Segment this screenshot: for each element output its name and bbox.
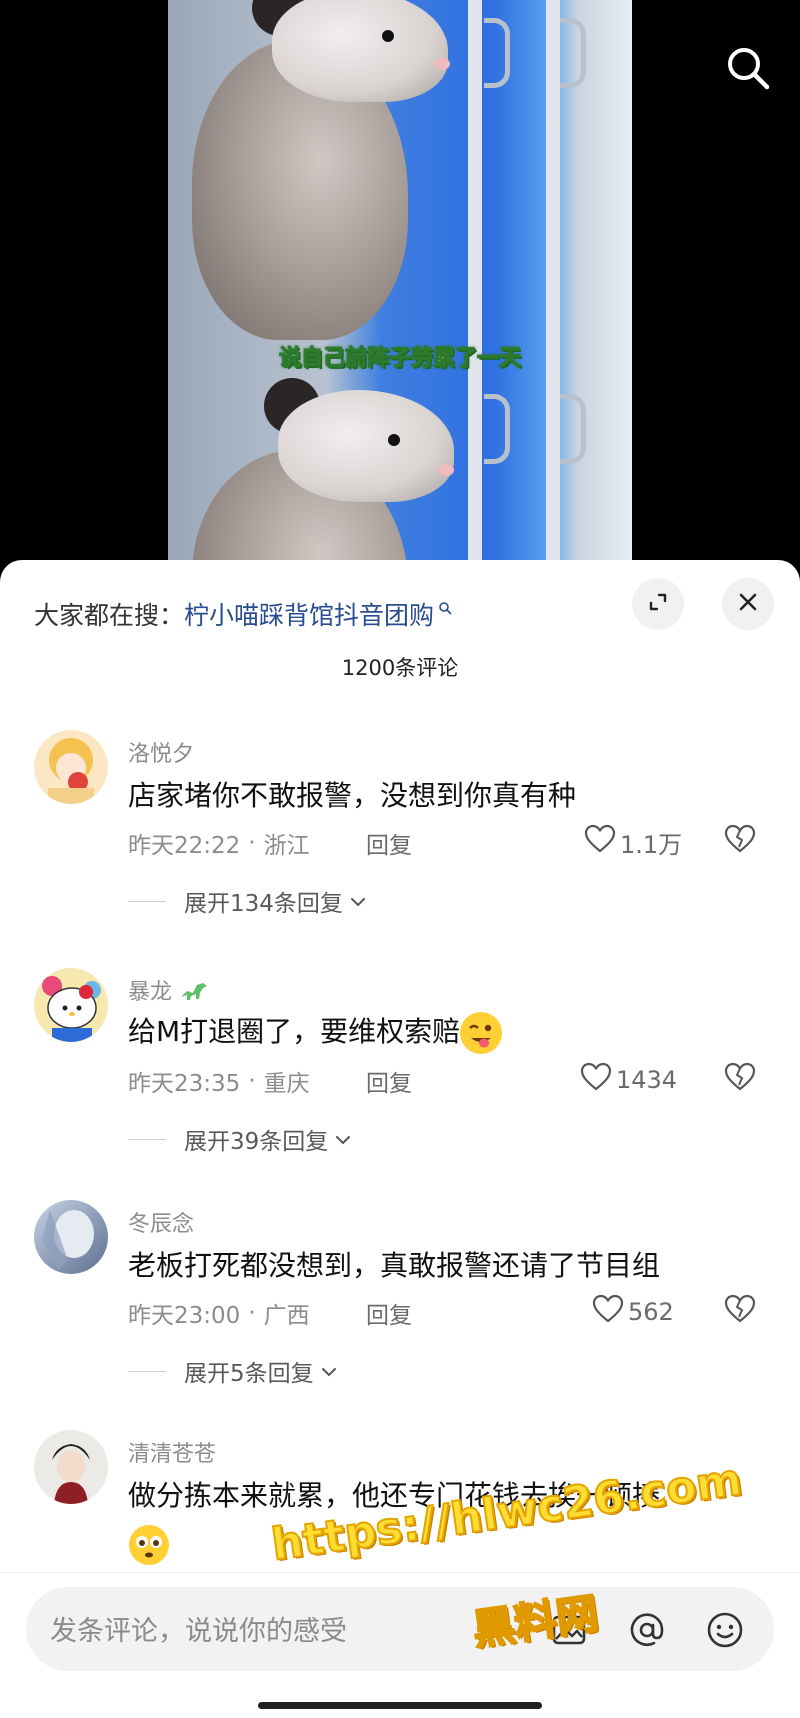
expand-replies-label: 展开5条回复	[184, 1361, 314, 1387]
comment-username[interactable]: 暴龙	[128, 974, 209, 1007]
emoji-icon[interactable]	[702, 1607, 748, 1653]
heart-icon	[592, 1294, 628, 1330]
comment-input[interactable]: 发条评论，说说你的感受	[26, 1587, 774, 1671]
chevron-down-icon	[334, 1126, 352, 1152]
image-icon[interactable]	[546, 1607, 592, 1653]
reply-button[interactable]: 回复	[366, 1296, 412, 1330]
comment-text: 老板打死都没想到，真敢报警还请了节目组	[128, 1249, 661, 1282]
chevron-down-icon	[320, 1358, 338, 1384]
broken-heart-icon	[724, 1294, 756, 1328]
reply-button[interactable]: 回复	[366, 826, 412, 860]
close-button[interactable]	[722, 578, 774, 630]
avatar[interactable]	[34, 1200, 108, 1274]
comment-item: 清清苍苍 做分拣本来就累，他还专门花钱去挨一顿揍	[0, 1424, 800, 1574]
search-icon[interactable]	[724, 44, 772, 92]
mention-icon[interactable]	[624, 1607, 670, 1653]
expand-replies-label: 展开134条回复	[184, 891, 343, 917]
expand-replies-label: 展开39条回复	[184, 1129, 329, 1155]
trending-search-prefix: 大家都在搜：	[34, 601, 185, 630]
comment-location: 浙江	[263, 833, 310, 859]
comment-location: 重庆	[263, 1071, 310, 1097]
avatar[interactable]	[34, 730, 108, 804]
comment-item: 洛悦夕 店家堵你不敢报警，没想到你真有种 昨天22:22 · 浙江 回复 1.1…	[0, 724, 800, 954]
heart-icon	[580, 1062, 616, 1098]
avatar[interactable]	[34, 1430, 108, 1504]
comment-meta: 昨天23:35 · 重庆	[128, 1064, 310, 1098]
comments-panel: 大家都在搜： 柠小喵踩背馆抖音团购 1200条评论 洛悦夕 店家堵你不敢报警，没…	[0, 560, 800, 1718]
meta-separator: ·	[248, 1068, 256, 1094]
video-scene-top	[168, 0, 632, 354]
expand-replies-button[interactable]: 展开5条回复	[128, 1354, 338, 1388]
expand-replies-button[interactable]: 展开134条回复	[128, 884, 367, 918]
meta-separator: ·	[248, 1300, 256, 1326]
video-scene-bottom	[168, 354, 632, 560]
comment-username[interactable]: 清清苍苍	[128, 1436, 216, 1468]
close-icon	[737, 591, 759, 617]
broken-heart-icon	[724, 824, 756, 858]
dislike-button[interactable]	[724, 824, 756, 858]
comment-text: 做分拣本来就累，他还专门花钱去挨一顿揍	[128, 1479, 661, 1512]
divider	[128, 1370, 166, 1372]
like-button[interactable]: 1434	[580, 1062, 677, 1098]
like-count: 1434	[616, 1066, 678, 1094]
dinosaur-icon	[179, 979, 209, 1007]
video-player[interactable]: 说自己前阵子劳累了一天	[0, 0, 800, 560]
comment-username[interactable]: 冬辰念	[128, 1206, 194, 1238]
search-small-icon	[438, 600, 452, 619]
comment-meta: 昨天22:22 · 浙江	[128, 826, 310, 860]
comment-time: 昨天23:00	[128, 1303, 241, 1329]
dislike-button[interactable]	[724, 1062, 756, 1096]
divider	[128, 900, 166, 902]
dislike-button[interactable]	[724, 1294, 756, 1328]
like-button[interactable]: 562	[592, 1294, 674, 1330]
divider	[128, 1138, 166, 1140]
comment-text: 给M打退圈了，要维权索赔	[128, 1010, 503, 1054]
trending-search-bar[interactable]: 大家都在搜： 柠小喵踩背馆抖音团购	[34, 586, 452, 642]
reply-button[interactable]: 回复	[366, 1064, 412, 1098]
comment-item: 冬辰念 老板打死都没想到，真敢报警还请了节目组 昨天23:00 · 广西 回复 …	[0, 1194, 800, 1424]
meta-separator: ·	[248, 830, 256, 856]
comment-text: 店家堵你不敢报警，没想到你真有种	[128, 779, 577, 812]
video-subtitle: 说自己前阵子劳累了一天	[278, 346, 521, 372]
video-frame: 说自己前阵子劳累了一天	[168, 0, 632, 560]
comment-meta: 昨天23:00 · 广西	[128, 1296, 310, 1330]
comment-input-placeholder: 发条评论，说说你的感受	[50, 1616, 347, 1647]
home-indicator	[258, 1702, 542, 1709]
comment-username[interactable]: 洛悦夕	[128, 736, 194, 768]
comment-item: 暴龙 给M打退圈了，要维权索赔 昨天23:35 · 重庆 回复 1434 展开3…	[0, 962, 800, 1192]
winking-tongue-emoji	[460, 1012, 503, 1054]
avatar[interactable]	[34, 968, 108, 1042]
broken-heart-icon	[724, 1062, 756, 1096]
expand-replies-button[interactable]: 展开39条回复	[128, 1122, 352, 1156]
like-count: 1.1万	[620, 830, 683, 859]
fullscreen-button[interactable]	[632, 578, 684, 630]
trending-search-link[interactable]: 柠小喵踩背馆抖音团购	[184, 596, 434, 632]
chevron-down-icon	[349, 888, 367, 914]
expand-icon	[646, 590, 670, 618]
comment-input-bar: 发条评论，说说你的感受	[0, 1572, 800, 1718]
comment-location: 广西	[263, 1303, 310, 1329]
flushed-emoji	[128, 1524, 170, 1570]
comment-time: 昨天22:22	[128, 833, 241, 859]
like-count: 562	[628, 1298, 674, 1326]
comment-time: 昨天23:35	[128, 1071, 241, 1097]
comment-count: 1200条评论	[341, 656, 459, 680]
heart-icon	[584, 824, 620, 860]
like-button[interactable]: 1.1万	[584, 824, 682, 860]
